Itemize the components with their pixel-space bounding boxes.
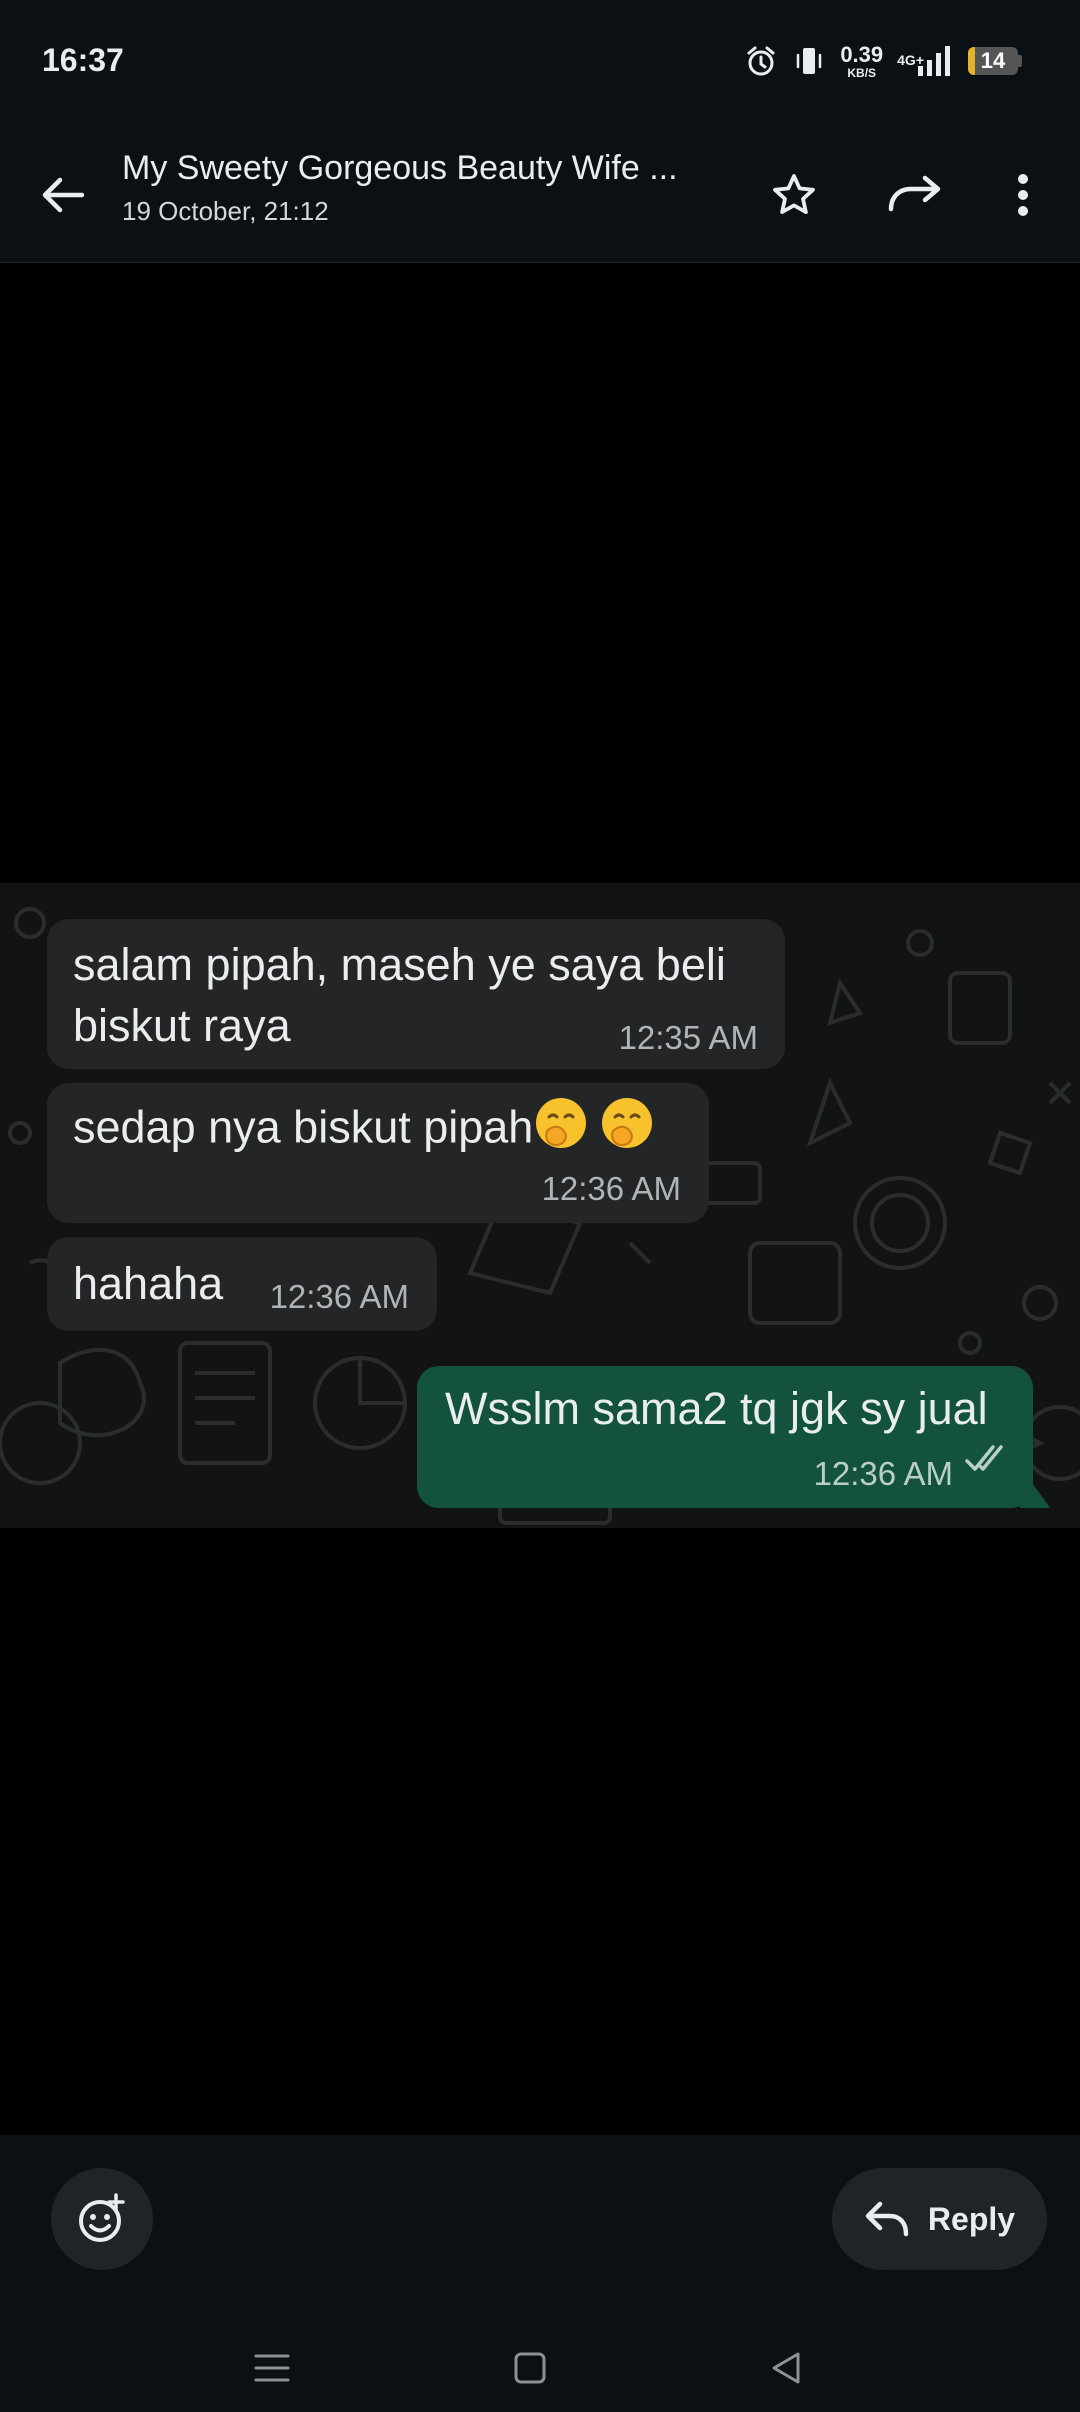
message-time: 12:36 AM	[269, 1278, 409, 1315]
star-button[interactable]	[762, 163, 826, 227]
read-receipt-icon	[963, 1429, 1011, 1490]
back-arrow-icon	[42, 177, 85, 213]
message-time: 12:36 AM	[813, 1455, 953, 1492]
message-text-line: salam pipah, maseh ye saya beli	[73, 939, 726, 990]
more-vert-icon	[1018, 174, 1028, 216]
react-button[interactable]	[51, 2168, 153, 2270]
battery-icon: 14	[968, 47, 1022, 75]
message-text: Wsslm sama2 tq jgk sy jual	[445, 1383, 988, 1434]
reply-button[interactable]: Reply	[832, 2168, 1047, 2270]
cell-signal: 4G+	[897, 44, 954, 78]
face-with-hand-over-mouth-emoji	[599, 1095, 655, 1166]
vibrate-icon	[792, 44, 826, 78]
face-with-hand-over-mouth-emoji	[533, 1095, 589, 1166]
message-bubble-incoming[interactable]: sedap nya biskut pipah 12:36 AM	[47, 1083, 709, 1223]
recents-nav-button[interactable]	[232, 2340, 312, 2396]
chat-header[interactable]: My Sweety Gorgeous Beauty Wife ... 19 Oc…	[122, 149, 722, 227]
network-speed-value: 0.39	[840, 41, 884, 67]
add-reaction-icon	[79, 2193, 125, 2242]
app-bar: My Sweety Gorgeous Beauty Wife ... 19 Oc…	[0, 125, 1080, 263]
home-nav-button[interactable]	[490, 2340, 570, 2396]
more-options-button[interactable]	[1000, 163, 1046, 227]
message-bubble-incoming[interactable]: hahaha 12:36 AM	[47, 1237, 437, 1331]
message-time: 12:35 AM	[618, 1019, 758, 1056]
status-icons: 0.39 KB/S 4G+ 14	[744, 40, 1022, 82]
forward-icon	[888, 175, 941, 212]
reply-icon	[865, 2201, 909, 2237]
star-icon	[773, 174, 815, 214]
chat-subtitle: 19 October, 21:12	[122, 196, 329, 226]
message-text: hahaha	[73, 1258, 224, 1309]
back-nav-icon	[772, 2352, 800, 2384]
home-nav-icon	[514, 2352, 546, 2384]
battery-level: 14	[980, 48, 1006, 73]
forward-button[interactable]	[880, 163, 950, 227]
system-nav-bar	[0, 2330, 1080, 2412]
message-bubble-incoming[interactable]: salam pipah, maseh ye saya beli biskut r…	[47, 919, 785, 1069]
back-button[interactable]	[28, 165, 98, 225]
message-time: 12:36 AM	[541, 1170, 681, 1207]
back-nav-button[interactable]	[746, 2340, 826, 2396]
alarm-icon	[744, 44, 778, 78]
bubble-tail	[1020, 1466, 1050, 1508]
network-speed: 0.39 KB/S	[840, 41, 884, 80]
network-speed-unit: KB/S	[847, 65, 877, 80]
status-time: 16:37	[42, 42, 124, 78]
reply-label: Reply	[927, 2200, 1016, 2237]
menu-nav-icon	[254, 2354, 290, 2382]
message-text-content: sedap nya biskut pipah	[73, 1101, 534, 1153]
chat-title: My Sweety Gorgeous Beauty Wife ...	[122, 149, 678, 187]
bottom-action-bar: Reply	[0, 2135, 1080, 2412]
message-bubble-outgoing[interactable]: Wsslm sama2 tq jgk sy jual 12:36 AM	[417, 1366, 1033, 1508]
status-bar: 16:37 0.39 KB/S 4G+ 14	[0, 0, 1080, 125]
chat-image[interactable]: salam pipah, maseh ye saya beli biskut r…	[0, 883, 1080, 1528]
network-type: 4G+	[897, 52, 924, 68]
message-text: sedap nya biskut pipah	[73, 1095, 655, 1166]
